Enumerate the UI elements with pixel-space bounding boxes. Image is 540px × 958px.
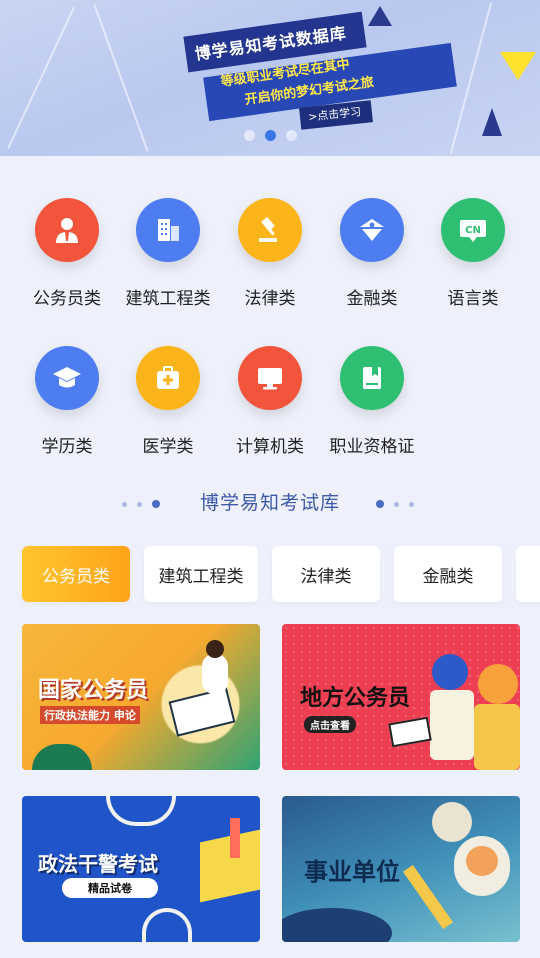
category-language[interactable]: CN 语言类 [421,198,525,309]
svg-text:CN: CN [465,225,481,236]
category-label: 金融类 [346,289,398,309]
category-label: 医学类 [142,437,194,457]
astronaut-illustration [466,846,498,876]
carousel-dot-active[interactable] [265,130,276,141]
person-illustration [432,654,468,690]
finance-icon [340,198,404,262]
person-illustration [202,654,228,694]
tab-finance[interactable]: 金融类 [394,546,502,602]
carousel-indicator[interactable] [244,130,297,141]
tab-construction[interactable]: 建筑工程类 [144,546,258,602]
card-political-law-police[interactable]: 政法干警考试 精品试卷 [22,796,260,942]
card-badge: 精品试卷 [62,878,158,898]
category-civil-servant[interactable]: 公务员类 [15,198,119,309]
category-finance[interactable]: 金融类 [320,198,424,309]
category-label: 法律类 [244,289,296,309]
civil-servant-icon [35,198,99,262]
person-illustration [206,640,224,658]
computer-icon [238,346,302,410]
wave-illustration [282,908,392,942]
section-title: 博学易知考试库 [199,492,340,514]
pencil-illustration [230,818,240,858]
carousel-dot[interactable] [286,130,297,141]
medical-kit-icon [136,346,200,410]
pencil-illustration [403,864,453,930]
category-medical[interactable]: 医学类 [116,346,220,457]
planet-illustration [432,802,472,842]
card-title: 地方公务员 [300,686,411,711]
category-education[interactable]: 学历类 [15,346,119,457]
card-title: 事业单位 [304,858,400,886]
card-local-civil-servant[interactable]: 地方公务员 点击查看 [282,624,520,770]
tab-civil-servant[interactable]: 公务员类 [22,546,130,602]
gavel-icon [238,198,302,262]
category-tabs: 公务员类 建筑工程类 法律类 金融类 [22,546,540,602]
category-computer[interactable]: 计算机类 [218,346,322,457]
triangle-decoration [482,108,502,136]
person-illustration [474,704,520,770]
tab-law[interactable]: 法律类 [272,546,380,602]
banner-decoration [7,6,75,150]
category-label: 建筑工程类 [125,289,211,309]
person-illustration [478,664,518,704]
triangle-decoration [368,6,392,26]
card-national-civil-servant[interactable]: 国家公务员 行政执法能力 申论 [22,624,260,770]
card-subtitle: 行政执法能力 申论 [40,706,140,724]
category-label: 职业资格证 [329,437,415,457]
cn-language-icon: CN [441,198,505,262]
card-badge: 点击查看 [304,716,356,733]
category-label: 语言类 [447,289,499,309]
graduation-cap-icon [35,346,99,410]
category-label: 学历类 [41,437,93,457]
certificate-icon [340,346,404,410]
card-title: 政法干警考试 [38,852,158,876]
category-construction[interactable]: 建筑工程类 [116,198,220,309]
banner-decoration [93,4,149,152]
category-label: 公务员类 [33,289,101,309]
tab-more[interactable] [516,546,540,602]
ring-illustration [142,908,192,942]
card-title: 国家公务员 [38,678,149,703]
building-icon [136,198,200,262]
promo-banner[interactable]: 博学易知考试数据库 等级职业考试尽在其中 开启你的梦幻考试之旅 >点击学习 [0,0,540,156]
carousel-dot[interactable] [244,130,255,141]
category-law[interactable]: 法律类 [218,198,322,309]
triangle-decoration [500,52,536,80]
section-dots-right [376,500,414,508]
card-public-institution[interactable]: 事业单位 [282,796,520,942]
category-label: 计算机类 [236,437,304,457]
section-header: 博学易知考试库 [0,484,540,520]
ring-illustration [106,796,176,826]
category-certificate[interactable]: 职业资格证 [320,346,424,457]
person-illustration [430,690,474,760]
